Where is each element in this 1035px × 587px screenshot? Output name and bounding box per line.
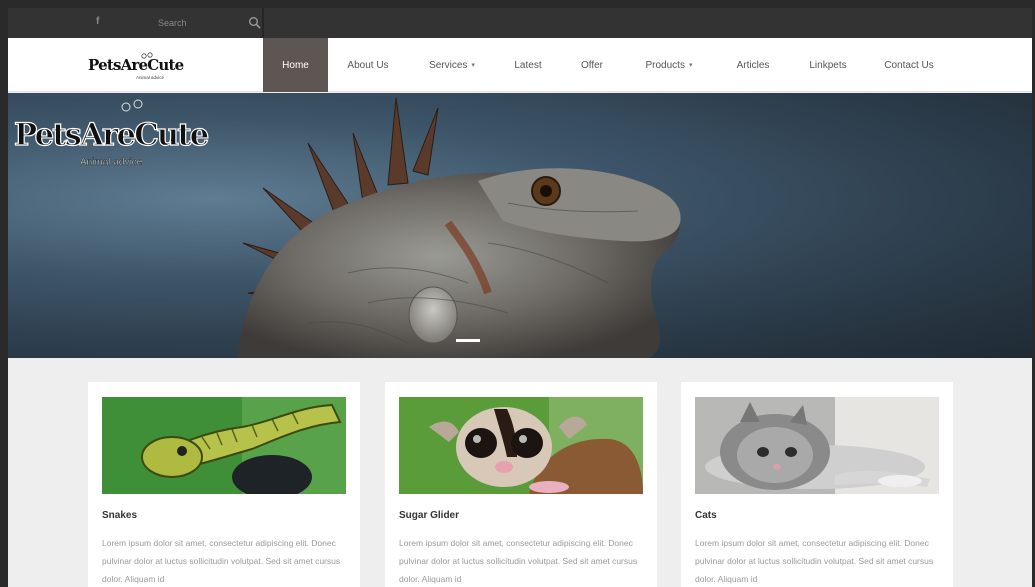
sugar-glider-image xyxy=(399,397,643,494)
card-title[interactable]: Snakes xyxy=(102,510,137,521)
nav-item-services[interactable]: Services ▾ xyxy=(408,38,496,92)
card-image[interactable] xyxy=(102,397,346,494)
site-logo[interactable]: PetsAreCute Animal advice xyxy=(88,50,188,82)
cat-image xyxy=(695,397,939,494)
card-title[interactable]: Sugar Glider xyxy=(399,510,459,521)
logo-text: PetsAreCute xyxy=(88,56,184,74)
nav-item-linkpets[interactable]: Linkpets xyxy=(792,38,864,92)
card-text: Lorem ipsum dolor sit amet, consectetur … xyxy=(399,538,638,584)
card-snakes[interactable]: Snakes Lorem ipsum dolor sit amet, conse… xyxy=(88,382,360,587)
slider-indicator[interactable] xyxy=(456,339,480,342)
card-sugar-glider[interactable]: Sugar Glider Lorem ipsum dolor sit amet,… xyxy=(385,382,657,587)
nav-item-label: Latest xyxy=(514,59,542,71)
nav-item-label: Contact Us xyxy=(884,59,934,71)
hero-slider: PetsAreCute Animal advice xyxy=(8,93,1032,358)
nav-item-label: Services xyxy=(429,59,468,71)
card-title[interactable]: Cats xyxy=(695,510,717,521)
topbar-divider xyxy=(262,8,264,38)
top-bar: f xyxy=(8,8,1032,38)
nav-item-latest[interactable]: Latest xyxy=(496,38,560,92)
nav-item-offer[interactable]: Offer xyxy=(560,38,624,92)
main-nav: Home About Us Services ▾ Latest Offer Pr… xyxy=(263,38,954,92)
nav-item-label: Articles xyxy=(736,59,770,71)
nav-item-about-us[interactable]: About Us xyxy=(328,38,408,92)
nav-item-home[interactable]: Home xyxy=(263,38,328,92)
nav-item-products[interactable]: Products ▾ xyxy=(624,38,714,92)
nav-item-label: Products xyxy=(645,59,685,71)
card-text: Lorem ipsum dolor sit amet, consectetur … xyxy=(102,538,341,584)
nav-item-label: Linkpets xyxy=(809,59,847,71)
chevron-down-icon: ▾ xyxy=(471,62,475,69)
search-icon[interactable] xyxy=(248,16,262,30)
hero-logo: PetsAreCute Animal advice xyxy=(13,99,211,168)
nav-item-label: About Us xyxy=(347,59,389,71)
site-header: PetsAreCute Animal advice Home About Us … xyxy=(8,38,1032,92)
snake-image xyxy=(102,397,346,494)
nav-item-label: Home xyxy=(282,59,309,71)
card-image[interactable] xyxy=(695,397,939,494)
chevron-down-icon: ▾ xyxy=(688,62,693,69)
nav-item-articles[interactable]: Articles xyxy=(714,38,792,92)
card-text: Lorem ipsum dolor sit amet, consectetur … xyxy=(695,538,934,584)
facebook-icon[interactable]: f xyxy=(96,16,99,27)
nav-item-label: Offer xyxy=(580,59,604,71)
nav-item-contact-us[interactable]: Contact Us xyxy=(864,38,954,92)
hero-logo-tagline: Animal advice xyxy=(80,157,143,168)
page: f PetsAreCute Animal advice Home About U… xyxy=(8,8,1032,587)
hero-logo-text: PetsAreCute xyxy=(14,117,209,153)
card-cats[interactable]: Cats Lorem ipsum dolor sit amet, consect… xyxy=(681,382,953,587)
logo-tagline: Animal advice xyxy=(136,75,165,80)
card-image[interactable] xyxy=(399,397,643,494)
